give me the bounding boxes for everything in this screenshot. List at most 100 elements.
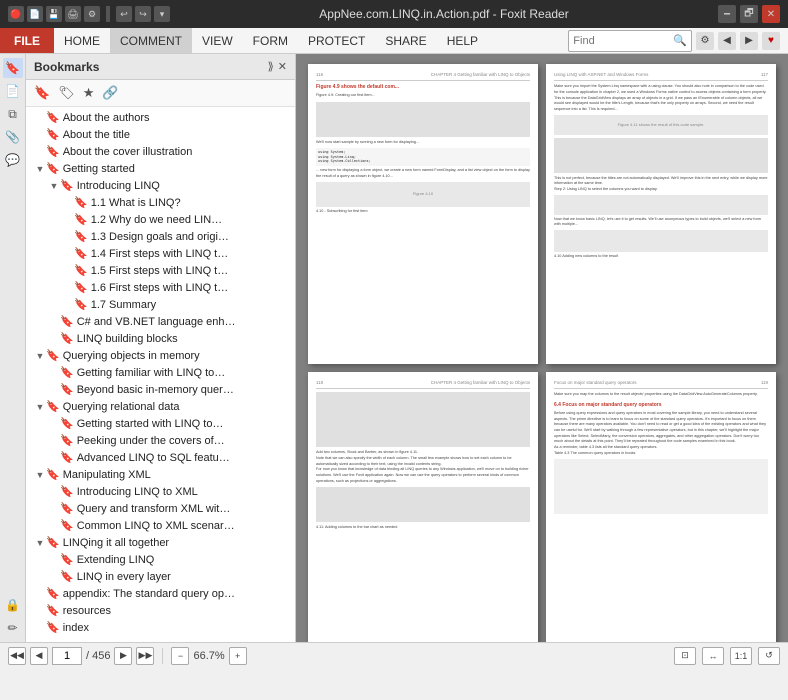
- menu-file[interactable]: FILE: [0, 28, 54, 53]
- bm-toggle-intro-linq[interactable]: ▼: [48, 181, 60, 191]
- bookmark-item-extending-linq[interactable]: 🔖 Extending LINQ: [26, 551, 295, 568]
- bookmark-item-index[interactable]: 🔖 index: [26, 619, 295, 636]
- pdf-page-1[interactable]: 116CHAPTER 4 Getting familiar with LINQ …: [308, 64, 538, 364]
- layers-icon[interactable]: ⧉: [3, 104, 23, 124]
- bookmark-item-appendix[interactable]: 🔖 appendix: The standard query op…: [26, 585, 295, 602]
- search-input[interactable]: [573, 35, 673, 47]
- bookmark-close-icon[interactable]: ✕: [278, 60, 287, 73]
- bookmark-item-intro-xml[interactable]: 🔖 Introducing LINQ to XML: [26, 483, 295, 500]
- bookmark-item-peeking[interactable]: 🔖 Peeking under the covers of…: [26, 432, 295, 449]
- bookmark-item-advanced-linq[interactable]: 🔖 Advanced LINQ to SQL featu…: [26, 449, 295, 466]
- bm-label-cover: About the cover illustration: [63, 146, 193, 158]
- bookmark-item-querying-objects[interactable]: ▼ 🔖 Querying objects in memory: [26, 347, 295, 364]
- page-number-input[interactable]: [52, 647, 82, 665]
- menu-home[interactable]: HOME: [54, 28, 110, 53]
- close-button[interactable]: ✕: [762, 5, 780, 23]
- bookmark-item-getting-started[interactable]: ▼ 🔖 Getting started: [26, 160, 295, 177]
- bm-label-querying-objects: Querying objects in memory: [63, 350, 200, 362]
- bm-label-intro-linq: Introducing LINQ: [77, 180, 160, 192]
- bm-toggle-querying-objects[interactable]: ▼: [34, 351, 46, 361]
- undo-icon[interactable]: ↩: [116, 6, 132, 22]
- menu-help[interactable]: HELP: [437, 28, 488, 53]
- bookmark-item-csharp-vb[interactable]: 🔖 C# and VB.NET language enh…: [26, 313, 295, 330]
- fit-width-button[interactable]: ↔: [702, 647, 724, 665]
- bm-label-first-steps-2: 1.5 First steps with LINQ t…: [91, 265, 229, 277]
- bookmark-item-query-transform[interactable]: 🔖 Query and transform XML wit…: [26, 500, 295, 517]
- pdf-page-3[interactable]: 118CHAPTER 4 Getting familiar with LINQ …: [308, 372, 538, 642]
- bookmark-item-first-steps-2[interactable]: 🔖 1.5 First steps with LINQ t…: [26, 262, 295, 279]
- bookmark-item-beyond-basic[interactable]: 🔖 Beyond basic in-memory quer…: [26, 381, 295, 398]
- last-page-button[interactable]: ▶▶: [136, 647, 154, 665]
- bookmark-sidebar-icon[interactable]: 🔖: [3, 58, 23, 78]
- pdf-area[interactable]: 116CHAPTER 4 Getting familiar with LINQ …: [296, 54, 788, 642]
- page-thumbnail-icon[interactable]: 📄: [3, 81, 23, 101]
- page-navigation: ◀◀ ◀ / 456 ▶ ▶▶: [8, 647, 154, 665]
- bookmark-item-building-blocks[interactable]: 🔖 LINQ building blocks: [26, 330, 295, 347]
- bm-toggle-manipulating-xml[interactable]: ▼: [34, 470, 46, 480]
- bookmark-item-linq-every-layer[interactable]: 🔖 LINQ in every layer: [26, 568, 295, 585]
- maximize-button[interactable]: 🗗: [740, 5, 758, 23]
- pen-icon[interactable]: ✏: [3, 618, 23, 638]
- bm-toggle-getting-started[interactable]: ▼: [34, 164, 46, 174]
- bookmark-item-getting-started-linq[interactable]: 🔖 Getting started with LINQ to…: [26, 415, 295, 432]
- dropdown-icon[interactable]: ▾: [154, 6, 170, 22]
- sep-icon: [106, 6, 110, 22]
- bookmark-item-manipulating-xml[interactable]: ▼ 🔖 Manipulating XML: [26, 466, 295, 483]
- bm-icon-getting-familiar: 🔖: [60, 366, 74, 379]
- bookmark-item-common-linq-xml[interactable]: 🔖 Common LINQ to XML scenar…: [26, 517, 295, 534]
- menu-comment[interactable]: COMMENT: [110, 28, 192, 53]
- lock-icon[interactable]: 🔒: [3, 595, 23, 615]
- minimize-button[interactable]: 🗕: [718, 5, 736, 23]
- next-page-button[interactable]: ▶: [114, 647, 132, 665]
- search-settings-icon[interactable]: ⚙: [696, 32, 714, 50]
- bm-label-why-do: 1.2 Why do we need LIN…: [91, 214, 222, 226]
- actual-size-button[interactable]: 1:1: [730, 647, 752, 665]
- bm-star-icon[interactable]: ★: [81, 83, 97, 103]
- bookmark-expand-icon[interactable]: ⟫: [268, 60, 274, 73]
- bm-label-common-linq-xml: Common LINQ to XML scenar…: [77, 520, 235, 532]
- bookmark-item-authors[interactable]: 🔖 About the authors: [26, 109, 295, 126]
- bookmark-item-linq-all-together[interactable]: ▼ 🔖 LINQing it all together: [26, 534, 295, 551]
- bm-link-icon[interactable]: 🔗: [100, 83, 120, 103]
- bookmark-item-querying-relational[interactable]: ▼ 🔖 Querying relational data: [26, 398, 295, 415]
- bookmark-item-cover[interactable]: 🔖 About the cover illustration: [26, 143, 295, 160]
- search-box[interactable]: 🔍: [568, 30, 692, 52]
- attachment-icon[interactable]: 📎: [3, 127, 23, 147]
- bookmark-item-what-is[interactable]: 🔖 1.1 What is LINQ?: [26, 194, 295, 211]
- rotate-button[interactable]: ↺: [758, 647, 780, 665]
- status-bar: ◀◀ ◀ / 456 ▶ ▶▶ − 66.7% + ⊡ ↔ 1:1 ↺: [0, 642, 788, 668]
- bookmark-item-design[interactable]: 🔖 1.3 Design goals and origi…: [26, 228, 295, 245]
- search-icon: 🔍: [673, 34, 687, 47]
- bm-toggle-linq-all-together[interactable]: ▼: [34, 538, 46, 548]
- bookmark-item-why-do[interactable]: 🔖 1.2 Why do we need LIN…: [26, 211, 295, 228]
- first-page-button[interactable]: ◀◀: [8, 647, 26, 665]
- menu-share[interactable]: SHARE: [375, 28, 436, 53]
- zoom-out-button[interactable]: −: [171, 647, 189, 665]
- menu-bar: FILE HOME COMMENT VIEW FORM PROTECT SHAR…: [0, 28, 788, 54]
- menu-view[interactable]: VIEW: [192, 28, 243, 53]
- bookmark-item-title[interactable]: 🔖 About the title: [26, 126, 295, 143]
- fit-page-button[interactable]: ⊡: [674, 647, 696, 665]
- bookmark-item-getting-familiar[interactable]: 🔖 Getting familiar with LINQ to…: [26, 364, 295, 381]
- comment-icon[interactable]: 💬: [3, 150, 23, 170]
- pdf-page-4[interactable]: Focus on major standard query operators1…: [546, 372, 776, 642]
- prev-page-button[interactable]: ◀: [30, 647, 48, 665]
- bm-tag-icon[interactable]: 🏷: [56, 83, 77, 103]
- redo-icon[interactable]: ↪: [135, 6, 151, 22]
- menu-form[interactable]: FORM: [243, 28, 298, 53]
- bookmark-item-first-steps-1[interactable]: 🔖 1.4 First steps with LINQ t…: [26, 245, 295, 262]
- bm-add-icon[interactable]: 🔖: [32, 83, 52, 103]
- bookmark-item-summary[interactable]: 🔖 1.7 Summary: [26, 296, 295, 313]
- bm-toggle-querying-relational[interactable]: ▼: [34, 402, 46, 412]
- bm-label-appendix: appendix: The standard query op…: [63, 588, 235, 600]
- nav-next-icon[interactable]: ▶: [740, 32, 758, 50]
- zoom-in-button[interactable]: +: [229, 647, 247, 665]
- bookmark-item-resources[interactable]: 🔖 resources: [26, 602, 295, 619]
- bookmark-icon[interactable]: ♥: [762, 32, 780, 50]
- pdf-page-2[interactable]: Using LINQ with ASP.NET and Windows Form…: [546, 64, 776, 364]
- bookmark-tree[interactable]: 🔖 About the authors 🔖 About the title 🔖 …: [26, 107, 295, 642]
- bookmark-item-intro-linq[interactable]: ▼ 🔖 Introducing LINQ: [26, 177, 295, 194]
- nav-prev-icon[interactable]: ◀: [718, 32, 736, 50]
- menu-protect[interactable]: PROTECT: [298, 28, 375, 53]
- bookmark-item-first-steps-3[interactable]: 🔖 1.6 First steps with LINQ t…: [26, 279, 295, 296]
